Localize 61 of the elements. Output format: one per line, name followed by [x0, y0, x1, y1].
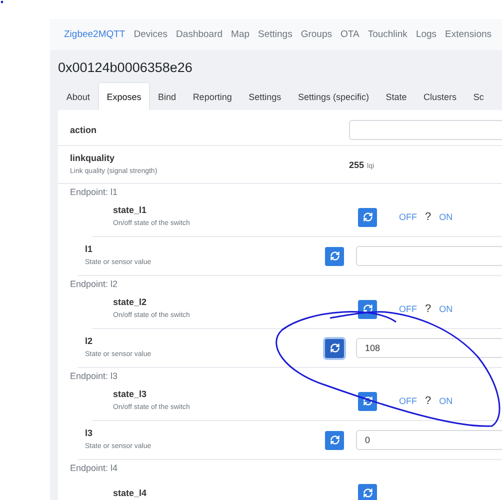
value-field[interactable]	[356, 246, 502, 266]
tab[interactable]: Sc	[464, 82, 492, 110]
property-name: l3	[85, 428, 94, 438]
nav-link[interactable]: Settings	[258, 29, 292, 40]
refresh-icon	[330, 251, 340, 261]
refresh-icon	[330, 435, 340, 445]
nav-link[interactable]: Devices	[134, 29, 168, 40]
refresh-button[interactable]	[358, 392, 377, 410]
unknown-state: ?	[425, 303, 432, 315]
refresh-icon	[362, 396, 372, 406]
refresh-icon	[362, 304, 372, 314]
value-field[interactable]: 108	[356, 338, 502, 358]
property-name: state_l3	[113, 389, 148, 399]
property-name: state_l2	[113, 297, 148, 307]
on-option[interactable]: ON	[439, 396, 453, 406]
property-name: state_l4	[113, 488, 148, 498]
refresh-icon	[362, 212, 372, 222]
endpoint-label: Endpoint: l3	[69, 370, 119, 382]
nav-link[interactable]: Touchlink	[368, 29, 408, 40]
nav-link[interactable]: Groups	[300, 29, 332, 40]
value-field[interactable]: 0	[356, 430, 502, 450]
nav-link[interactable]: Dashboard	[176, 29, 223, 40]
tab[interactable]: Reporting	[184, 82, 240, 110]
property-name: l2	[85, 336, 94, 346]
property-name: state_l1	[113, 205, 148, 215]
tab[interactable]: State	[377, 82, 416, 110]
refresh-button[interactable]	[358, 484, 377, 500]
value-field[interactable]	[349, 120, 502, 140]
nav-link[interactable]: Map	[231, 29, 250, 40]
off-option[interactable]: OFF	[399, 396, 417, 406]
endpoint-label: Endpoint: l1	[69, 186, 119, 198]
tab[interactable]: Settings	[240, 82, 290, 110]
brand-link[interactable]: Zigbee2MQTT	[64, 29, 126, 40]
tab[interactable]: Bind	[150, 82, 184, 110]
refresh-button[interactable]	[325, 430, 344, 450]
endpoint-label: Endpoint: l2	[69, 278, 119, 290]
unknown-state: ?	[425, 395, 432, 407]
on-option[interactable]: ON	[439, 304, 453, 314]
reading-value: 255	[349, 160, 364, 170]
property-name: l1	[85, 244, 94, 254]
device-title: 0x00124b0006358e26	[58, 59, 194, 77]
unknown-state: ?	[425, 211, 432, 223]
refresh-icon	[330, 343, 340, 353]
pen-dot	[0, 0, 4, 4]
refresh-icon	[362, 488, 372, 498]
endpoint-label: Endpoint: l4	[69, 462, 119, 474]
refresh-button[interactable]	[325, 338, 344, 358]
refresh-button[interactable]	[325, 246, 344, 266]
nav-link[interactable]: OTA	[340, 29, 360, 40]
nav-link[interactable]: Logs	[416, 29, 437, 40]
property-name: action	[70, 124, 98, 134]
refresh-button[interactable]	[358, 208, 377, 226]
on-option[interactable]: ON	[439, 212, 453, 222]
property-name: linkquality	[70, 153, 116, 163]
off-option[interactable]: OFF	[399, 304, 417, 314]
tab[interactable]: Settings (specific)	[290, 82, 378, 110]
tab[interactable]: About	[58, 82, 98, 110]
nav-link[interactable]: Extensions	[445, 29, 492, 40]
off-option[interactable]: OFF	[399, 212, 417, 222]
tab[interactable]: Exposes	[98, 82, 150, 110]
tab[interactable]: Clusters	[415, 82, 465, 110]
